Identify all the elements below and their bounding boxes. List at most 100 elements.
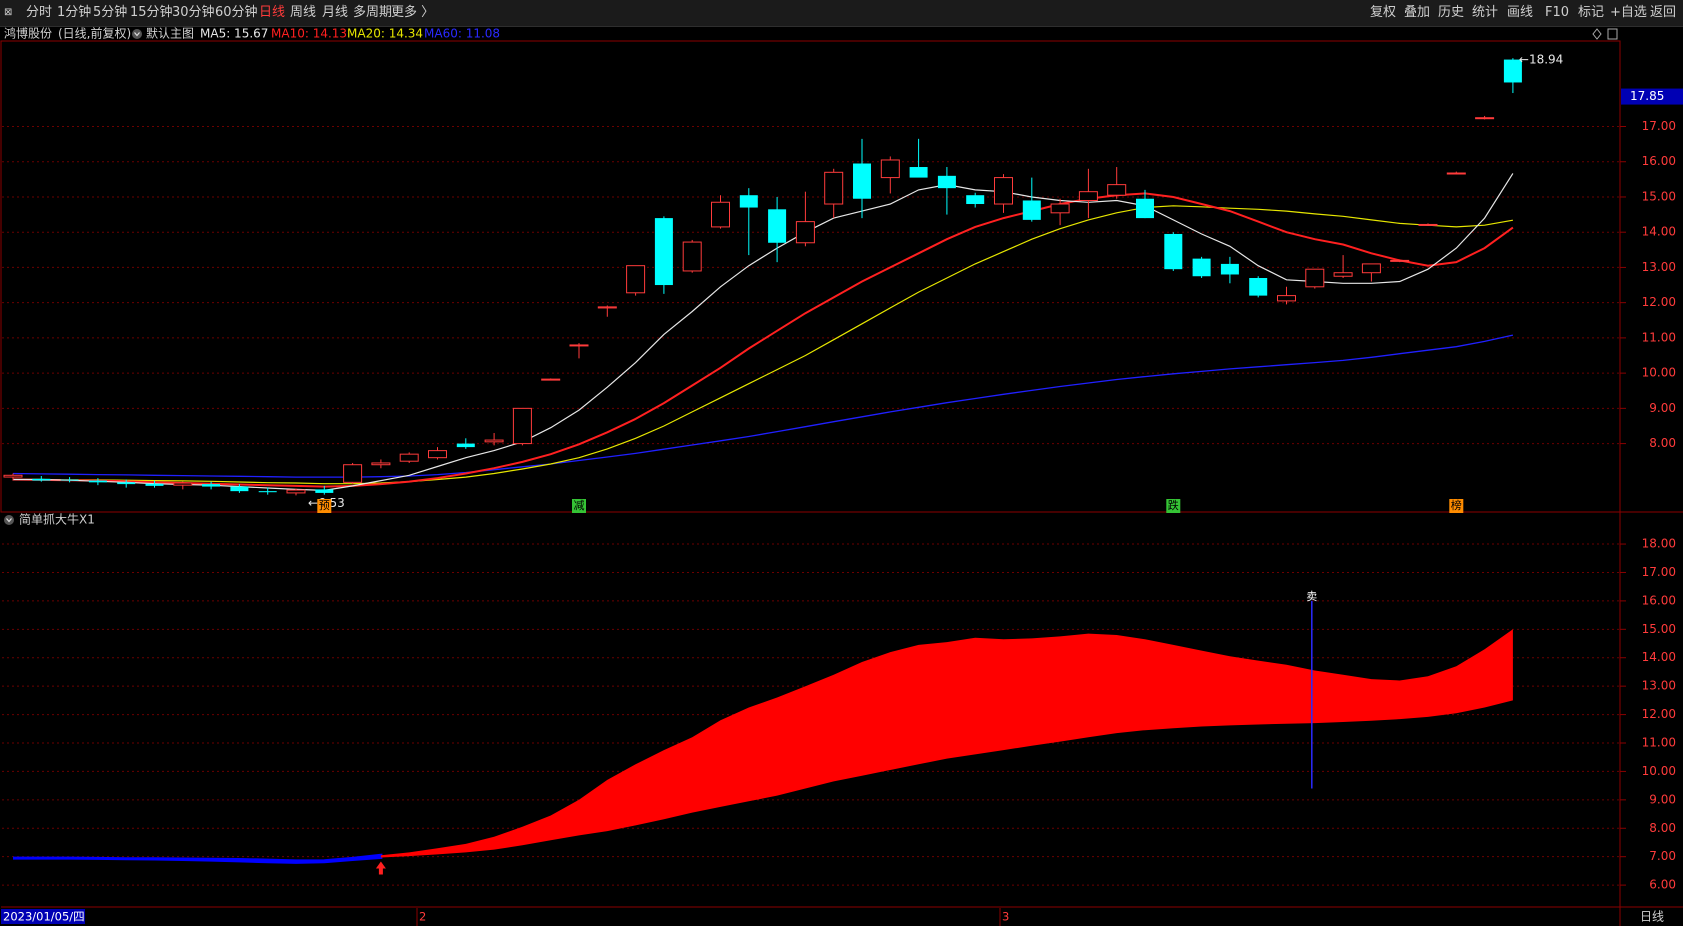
candle-body: [512, 407, 532, 445]
y-tick-label: 10.00: [1642, 764, 1676, 778]
indicator-title[interactable]: 简单抓大牛X1: [19, 512, 95, 527]
ma5-label: MA5: 15.67: [200, 27, 268, 41]
signal-text: 跌: [1168, 498, 1179, 512]
candle-body: [258, 491, 277, 493]
ma60-line: [12, 334, 1514, 478]
candle-body: [343, 464, 363, 483]
ma10-line: [12, 192, 1514, 488]
candle-body: [1390, 259, 1410, 262]
ma20-line: [13, 205, 1514, 485]
toolbar-button[interactable]: 复权: [1370, 4, 1396, 22]
buy-arrow-icon: [375, 861, 386, 875]
candle-body: [597, 306, 617, 309]
candle-body: [1333, 272, 1353, 277]
template-dropdown[interactable]: 默认主图: [132, 27, 194, 41]
window-menu-icon[interactable]: ⊠: [4, 4, 12, 22]
toolbar-button[interactable]: 画线: [1507, 4, 1533, 22]
toolbar-button[interactable]: 历史: [1438, 4, 1464, 22]
y-tick-label: 15.00: [1642, 622, 1676, 636]
candle-body: [569, 344, 589, 347]
candle-body: [711, 201, 730, 228]
y-tick-label: 15.00: [1642, 189, 1676, 203]
bottom-bar: 2023/01/05/四 2 3 日线: [1, 908, 1664, 926]
candle-body: [1418, 223, 1438, 226]
period-indicator[interactable]: 日线: [1640, 910, 1664, 924]
candle-body: [966, 195, 985, 205]
candle-body: [428, 450, 447, 459]
candle-body: [1361, 263, 1381, 274]
ma20-label: MA20: 14.34: [347, 27, 423, 41]
chevron-down-icon[interactable]: [4, 515, 14, 525]
candle-body: [994, 177, 1013, 205]
candle-body: [1446, 172, 1466, 175]
y-tick-label: 10.00: [1642, 366, 1676, 380]
toolbar-button[interactable]: 叠加: [1404, 4, 1430, 22]
period-tab[interactable]: 15分钟: [130, 4, 173, 22]
period-tab[interactable]: 月线: [322, 4, 348, 22]
signal-text: 预: [319, 499, 330, 512]
candle-body: [117, 482, 136, 485]
y-tick-label: 12.00: [1642, 295, 1676, 309]
y-tick-label: 12.00: [1642, 707, 1676, 721]
diamond-icon[interactable]: [1592, 28, 1602, 40]
month-label-3: 3: [1002, 910, 1009, 924]
candle-body: [824, 171, 844, 205]
y-tick-label: 11.00: [1642, 736, 1676, 750]
period-tab[interactable]: 更多 〉: [391, 4, 434, 22]
toolbar-button[interactable]: 统计: [1472, 4, 1498, 22]
y-tick-label: 14.00: [1642, 225, 1676, 239]
y-tick-label: 8.00: [1649, 436, 1676, 450]
candle-body: [1107, 184, 1127, 196]
y-tick-label: 13.00: [1642, 260, 1676, 274]
template-name[interactable]: 默认主图: [146, 27, 194, 41]
period-tab[interactable]: 多周期: [353, 4, 392, 22]
sub-y-axis: 18.00 17.00 16.00 15.00 14.00 13.00 12.00 11.00…: [1620, 537, 1676, 892]
signal-text: 减: [574, 499, 585, 512]
chevron-down-icon[interactable]: [132, 29, 142, 39]
y-tick-label: 9.00: [1649, 792, 1676, 806]
period-tab[interactable]: 60分钟: [215, 4, 258, 22]
toolbar-button[interactable]: 标记: [1578, 4, 1604, 22]
ma60-label: MA60: 11.08: [424, 27, 500, 41]
main-header: 鸿博股份 (日线,前复权) 默认主图 MA5: 15.67 MA10: 14.1…: [4, 27, 1618, 41]
main-panel-frame: [0, 40, 1621, 513]
toolbar-button[interactable]: +自选: [1610, 4, 1647, 22]
candle-body: [654, 218, 673, 286]
indicator-band: [13, 629, 1513, 864]
period-tab[interactable]: 日线: [259, 4, 285, 22]
candle-body: [909, 167, 928, 178]
toolbar-button[interactable]: F10: [1545, 4, 1569, 22]
candle-body: [739, 195, 758, 208]
ma-lines: [12, 173, 1514, 492]
candle-body: [484, 439, 504, 443]
candle-body: [853, 163, 871, 199]
candle-body: [1277, 295, 1296, 302]
period-tab[interactable]: 分时: [26, 4, 52, 22]
candle-body: [173, 482, 193, 486]
candle-body: [937, 175, 956, 189]
candle-body: [1249, 278, 1268, 296]
candle-body: [1136, 198, 1154, 219]
candle-body: [202, 484, 221, 487]
period-tab[interactable]: 30分钟: [172, 4, 215, 22]
period-tab[interactable]: 周线: [290, 4, 316, 22]
candle-body: [1078, 191, 1098, 201]
candle-body: [230, 486, 249, 492]
candle-body: [315, 489, 334, 493]
ma10-label: MA10: 14.13: [271, 27, 347, 41]
panel-toggle-icon[interactable]: [1607, 28, 1618, 40]
candle-body: [286, 489, 306, 494]
sub-header: 简单抓大牛X1: [4, 512, 95, 527]
toolbar-button[interactable]: 返回: [1650, 4, 1676, 22]
month-label-2: 2: [419, 910, 426, 924]
candle-body: [60, 479, 79, 481]
candle-body: [1050, 203, 1070, 214]
period-tab[interactable]: 1分钟: [57, 4, 91, 22]
y-tick-label: 16.00: [1642, 593, 1676, 607]
candle-body: [626, 265, 646, 294]
period-tab[interactable]: 5分钟: [93, 4, 127, 22]
high-price-label: ←18.94: [1519, 53, 1563, 67]
current-price-label: 17.85: [1630, 89, 1664, 103]
y-tick-label: 17.00: [1642, 119, 1676, 133]
y-tick-label: 8.00: [1649, 821, 1676, 835]
